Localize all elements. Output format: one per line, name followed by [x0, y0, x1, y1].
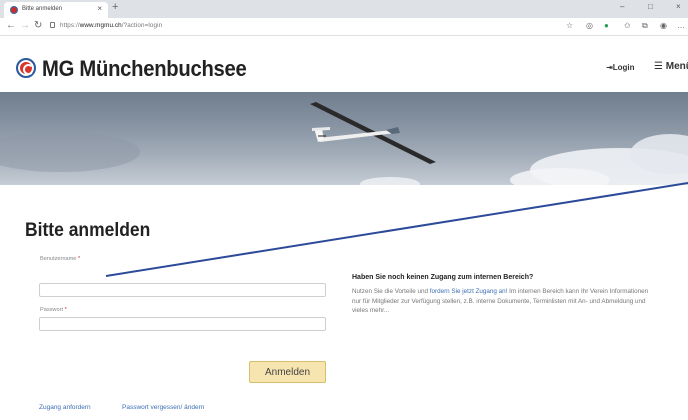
site-header: MG Münchenbuchsee ⇥Login ☰ Menü [0, 36, 688, 92]
extension-icon[interactable]: ◎ [586, 21, 593, 30]
extension-green-icon[interactable]: ● [604, 21, 609, 30]
info-heading: Haben Sie noch keinen Zugang zum interne… [352, 274, 534, 281]
collections-icon[interactable]: ⧉ [642, 21, 648, 31]
banner-image [0, 92, 688, 185]
request-access-inline-link[interactable]: fordern Sie jetzt Zugang an! [430, 288, 508, 295]
tab-title: Bitte anmelden [22, 6, 63, 12]
login-submit-button[interactable]: Anmelden [249, 361, 326, 383]
new-tab-button[interactable]: + [112, 1, 118, 13]
profile-icon[interactable]: ◉ [660, 21, 667, 30]
info-text: Nutzen Sie die Vorteile und fordern Sie … [352, 288, 649, 314]
browser-toolbar: ← → ↻ https://www.mgmu.ch/?action=login … [0, 18, 688, 36]
password-label: Passwort * [40, 307, 67, 313]
address-bar[interactable]: https://www.mgmu.ch/?action=login [60, 22, 162, 29]
minimize-icon[interactable]: – [620, 2, 624, 11]
more-icon[interactable]: … [677, 21, 685, 30]
browser-tab-bar: Bitte anmelden × + – □ × [0, 0, 688, 18]
club-logo-icon[interactable] [16, 58, 36, 78]
reload-icon[interactable]: ↻ [34, 20, 42, 31]
lock-icon [50, 22, 55, 28]
menu-button[interactable]: ☰ Menü [654, 61, 688, 72]
favicon-icon [10, 6, 18, 14]
login-link[interactable]: ⇥Login [606, 63, 634, 72]
close-window-icon[interactable]: × [676, 2, 681, 11]
favorites-icon[interactable]: ✩ [624, 21, 631, 30]
username-field[interactable] [39, 283, 326, 297]
login-icon: ⇥ [606, 63, 613, 72]
glider-photo [0, 102, 688, 185]
site-title[interactable]: MG Münchenbuchsee [42, 56, 247, 82]
forward-icon[interactable]: → [20, 20, 30, 31]
forgot-password-link[interactable]: Passwort vergessen/ ändern [122, 404, 204, 411]
page-title: Bitte anmelden [25, 220, 151, 241]
username-label: Benutzername * [40, 256, 81, 262]
back-icon[interactable]: ← [6, 20, 16, 31]
favorite-star-icon[interactable]: ☆ [566, 21, 573, 30]
close-tab-icon[interactable]: × [97, 4, 102, 13]
request-access-link[interactable]: Zugang anfordern [39, 404, 91, 411]
browser-tab[interactable]: Bitte anmelden × [4, 2, 108, 18]
maximize-icon[interactable]: □ [648, 2, 653, 11]
password-field[interactable] [39, 317, 326, 331]
hamburger-icon: ☰ [654, 61, 663, 72]
